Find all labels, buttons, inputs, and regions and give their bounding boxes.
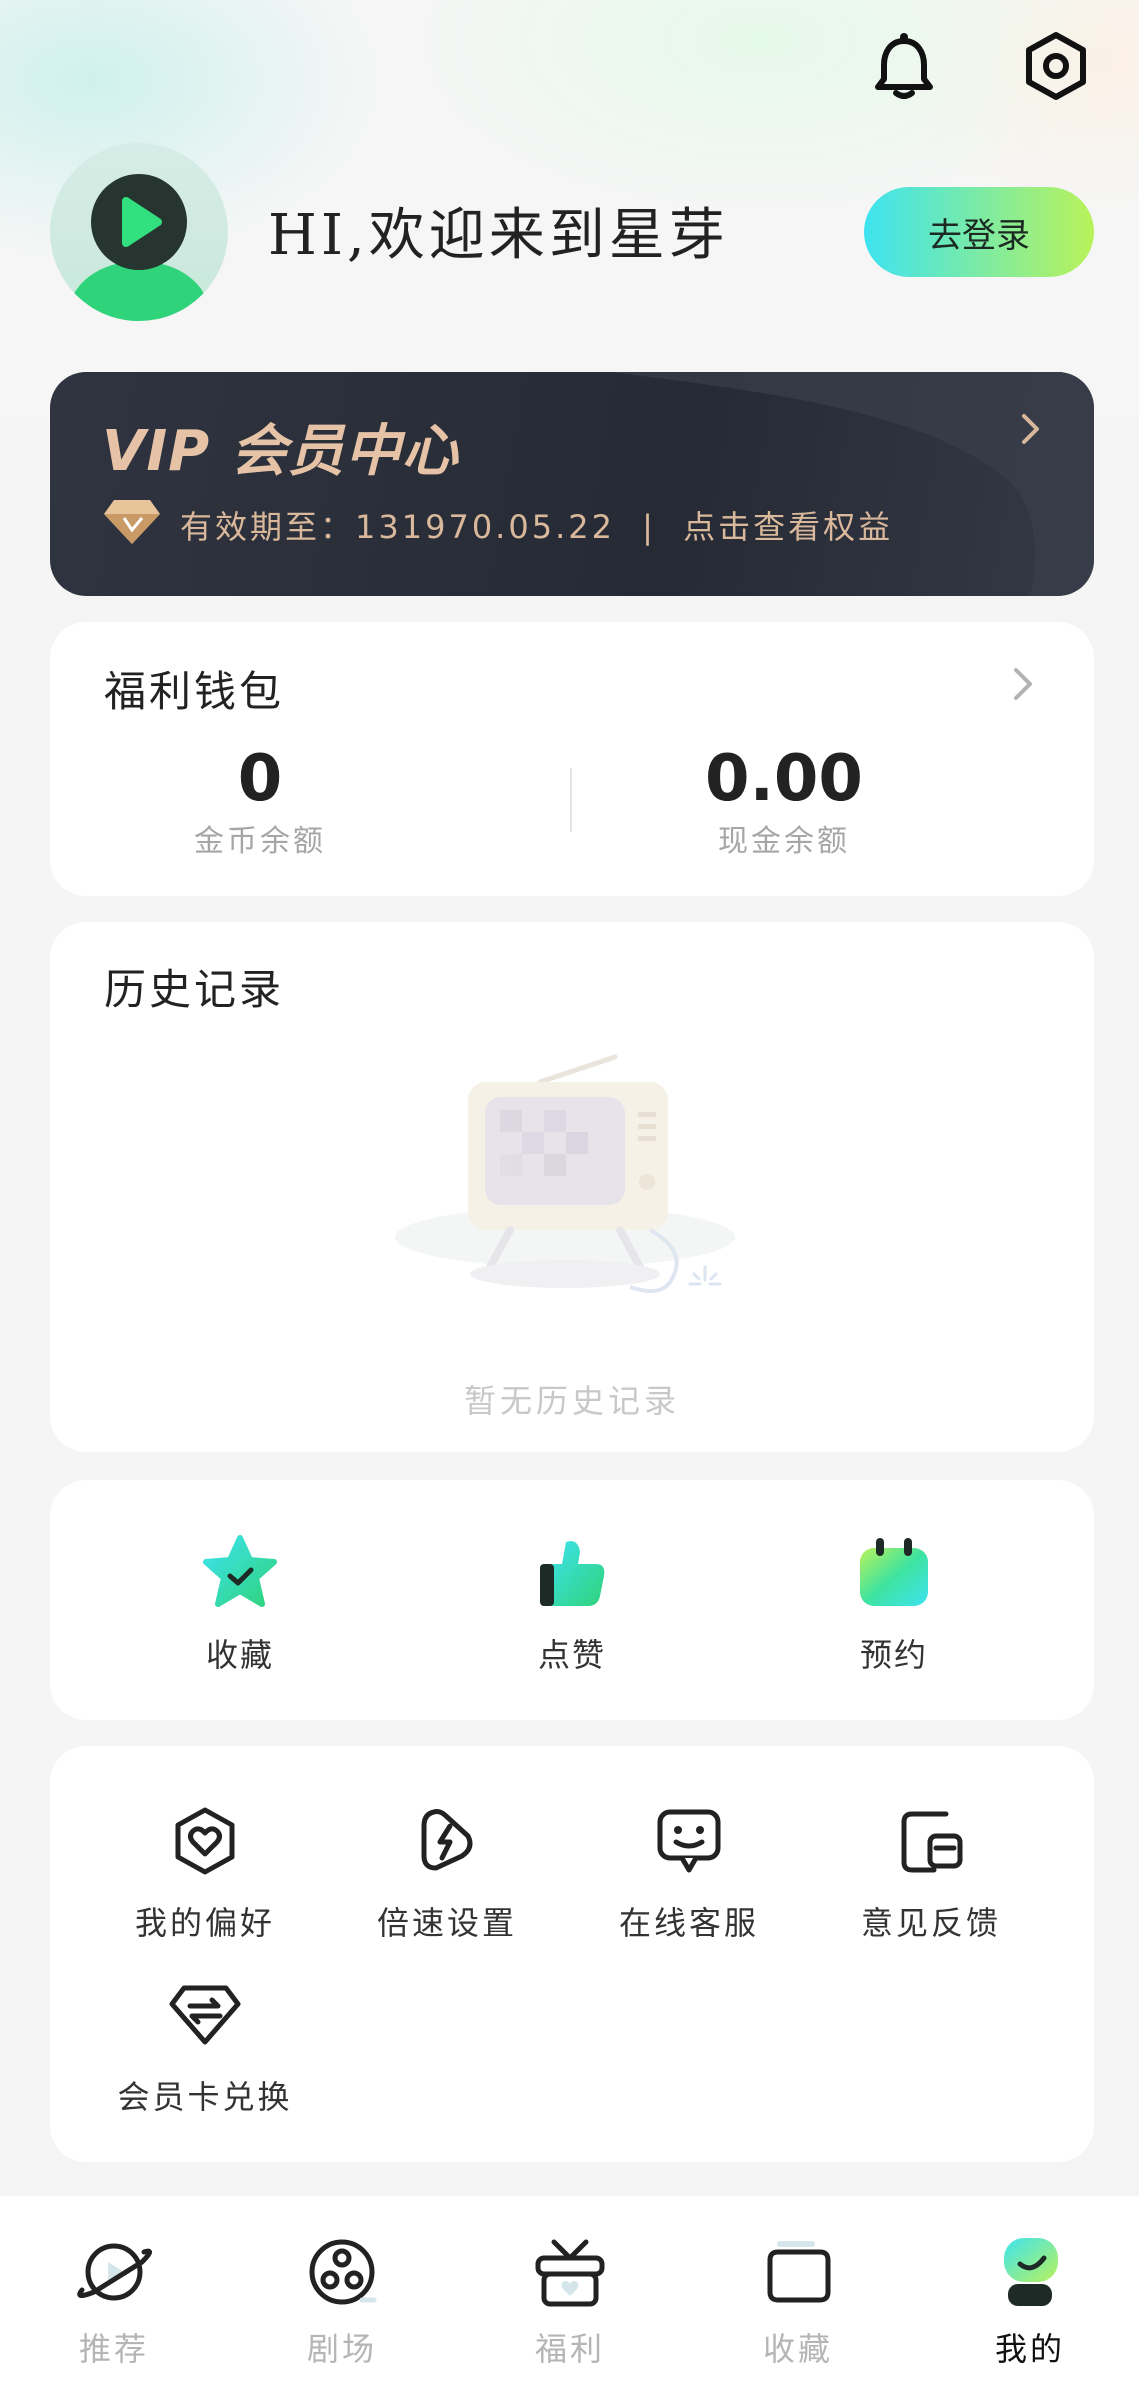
calendar-icon — [854, 1534, 934, 1616]
cash-balance-value: 0.00 — [705, 742, 863, 816]
quick-likes[interactable]: 点赞 — [502, 1534, 642, 1676]
speed-icon — [412, 1806, 482, 1880]
avatar[interactable] — [50, 143, 228, 321]
tool-customer-service[interactable]: 在线客服 — [584, 1806, 794, 1944]
cash-balance[interactable]: 0.00 现金余额 — [674, 742, 894, 860]
settings-icon[interactable] — [1016, 26, 1096, 106]
quick-likes-label: 点赞 — [537, 1636, 606, 1674]
nav-mine[interactable]: 我的 — [950, 2234, 1110, 2370]
star-icon — [200, 1534, 280, 1616]
nav-theater[interactable]: 剧场 — [262, 2234, 422, 2370]
film-reel-icon — [302, 2234, 382, 2314]
thumbs-up-icon — [532, 1534, 612, 1616]
tool-preferences-label: 我的偏好 — [134, 1904, 275, 1942]
tools-card: 我的偏好 倍速设置 在线客服 意见反馈 会员卡兑换 — [50, 1746, 1094, 2162]
tool-speed-settings-label: 倍速设置 — [376, 1904, 517, 1942]
gift-icon — [530, 2234, 610, 2314]
vip-expiry-line: 有效期至：131970.05.22 | 点击查看权益 — [180, 502, 893, 548]
tool-card-redeem[interactable]: 会员卡兑换 — [100, 1980, 310, 2118]
greeting-text: HI,欢迎来到星芽 — [268, 203, 729, 268]
profile-icon — [990, 2234, 1070, 2314]
coin-balance-label: 金币余额 — [194, 824, 326, 859]
wallet-card[interactable]: 福利钱包 0 金币余额 0.00 现金余额 — [50, 622, 1094, 896]
nav-favorites-label: 收藏 — [762, 2330, 833, 2368]
exchange-icon — [168, 1980, 242, 2054]
nav-recommend-label: 推荐 — [78, 2330, 149, 2368]
history-title: 历史记录 — [104, 965, 285, 1014]
planet-icon — [74, 2234, 154, 2314]
heart-shield-icon — [170, 1806, 240, 1880]
chat-icon — [654, 1806, 724, 1880]
feedback-icon — [896, 1806, 966, 1880]
nav-welfare-label: 福利 — [534, 2330, 605, 2368]
nav-recommend[interactable]: 推荐 — [34, 2234, 194, 2370]
quick-reservations[interactable]: 预约 — [824, 1534, 964, 1676]
tool-preferences[interactable]: 我的偏好 — [100, 1806, 310, 1944]
login-button[interactable]: 去登录 — [864, 187, 1094, 277]
vip-expiry-label: 有效期至： — [180, 508, 356, 546]
tool-card-redeem-label: 会员卡兑换 — [117, 2078, 293, 2116]
wallet-divider — [570, 768, 572, 832]
coin-balance[interactable]: 0 金币余额 — [160, 742, 360, 860]
tool-customer-service-label: 在线客服 — [618, 1904, 759, 1942]
wallet-title: 福利钱包 — [104, 667, 285, 716]
tool-feedback-label: 意见反馈 — [860, 1904, 1001, 1942]
quick-actions-card: 收藏 点赞 预约 — [50, 1480, 1094, 1720]
empty-tv-illustration — [390, 1052, 750, 1306]
avatar-logo-icon — [69, 174, 209, 321]
folder-icon — [758, 2234, 838, 2314]
bottom-nav: 推荐 剧场 福利 收藏 我的 — [0, 2196, 1139, 2400]
quick-favorites-label: 收藏 — [205, 1636, 274, 1674]
bell-icon[interactable] — [864, 26, 944, 106]
nav-welfare[interactable]: 福利 — [490, 2234, 650, 2370]
diamond-icon — [102, 496, 162, 550]
vip-card[interactable]: VIP 会员中心 有效期至：131970.05.22 | 点击查看权益 — [50, 372, 1094, 596]
chevron-right-icon — [1020, 412, 1042, 455]
chevron-right-icon[interactable] — [1012, 666, 1034, 706]
vip-benefits-link[interactable]: 点击查看权益 — [683, 508, 893, 546]
tool-feedback[interactable]: 意见反馈 — [826, 1806, 1036, 1944]
cash-balance-label: 现金余额 — [718, 824, 850, 859]
coin-balance-value: 0 — [237, 742, 283, 816]
nav-favorites[interactable]: 收藏 — [718, 2234, 878, 2370]
nav-mine-label: 我的 — [994, 2330, 1065, 2368]
quick-reservations-label: 预约 — [859, 1636, 928, 1674]
nav-theater-label: 剧场 — [306, 2330, 377, 2368]
history-empty-text: 暂无历史记录 — [463, 1382, 680, 1420]
history-card: 历史记录 暂无历史记录 — [50, 922, 1094, 1452]
tool-speed-settings[interactable]: 倍速设置 — [342, 1806, 552, 1944]
quick-favorites[interactable]: 收藏 — [170, 1534, 310, 1676]
vip-separator: | — [642, 508, 656, 546]
vip-title: VIP 会员中心 — [102, 419, 459, 484]
vip-expiry-value: 131970.05.22 — [355, 508, 615, 546]
